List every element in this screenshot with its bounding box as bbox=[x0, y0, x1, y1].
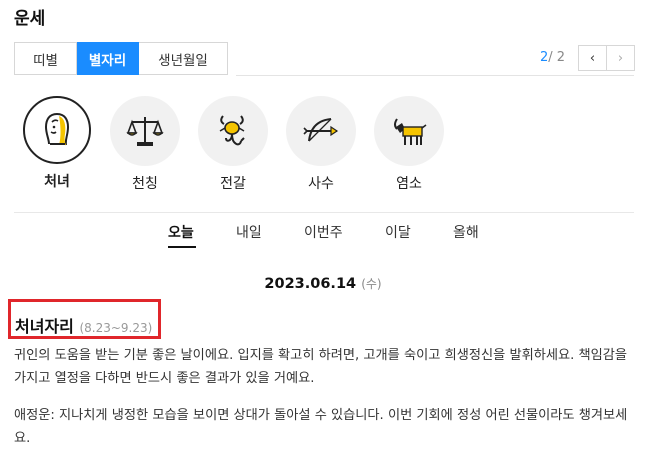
tab-birthdate[interactable]: 생년월일 bbox=[139, 42, 228, 75]
sign-label: 처녀 bbox=[44, 174, 70, 190]
sign-circle bbox=[198, 96, 268, 166]
sign-item-sagittarius[interactable]: 사수 bbox=[286, 96, 356, 193]
active-period-underline bbox=[168, 246, 196, 248]
sign-heading: 처녀자리 (8.23~9.23) bbox=[15, 313, 152, 337]
page-separator: / bbox=[548, 50, 557, 65]
sign-circle bbox=[286, 96, 356, 166]
period-tab-tomorrow[interactable]: 내일 bbox=[236, 222, 262, 242]
period-tab-today[interactable]: 오늘 bbox=[168, 222, 194, 242]
period-tab-this-year[interactable]: 올해 bbox=[453, 222, 479, 242]
day-of-week: (수) bbox=[361, 277, 382, 291]
love-fortune-text: 애정운: 지나치게 냉정한 모습을 보이면 상대가 돌아설 수 있습니다. 이번… bbox=[14, 408, 628, 446]
sign-circle bbox=[23, 96, 91, 164]
tabs-divider bbox=[236, 75, 634, 76]
period-tab-this-month[interactable]: 이달 bbox=[385, 222, 411, 242]
fortune-date: 2023.06.14 (수) bbox=[0, 275, 646, 292]
section-divider bbox=[14, 212, 634, 213]
date-value: 2023.06.14 bbox=[264, 276, 357, 292]
prev-page-button[interactable]: ‹ bbox=[578, 45, 607, 71]
period-tab-this-week[interactable]: 이번주 bbox=[304, 222, 343, 242]
sign-label: 염소 bbox=[396, 176, 422, 192]
sagittarius-icon bbox=[303, 118, 339, 142]
sign-label: 천칭 bbox=[132, 176, 158, 192]
virgo-icon bbox=[44, 113, 70, 146]
sign-label: 전갈 bbox=[220, 176, 246, 192]
sign-date-range: (8.23~9.23) bbox=[79, 321, 153, 335]
sign-name: 처녀자리 bbox=[15, 317, 74, 336]
tab-constellation[interactable]: 별자리 bbox=[77, 42, 139, 75]
page-title: 운세 bbox=[14, 9, 46, 29]
sign-circle bbox=[110, 96, 180, 166]
page-indicator: 2/ 2 bbox=[540, 50, 565, 65]
sign-item-libra[interactable]: 천칭 bbox=[110, 96, 180, 193]
sign-circle bbox=[374, 96, 444, 166]
tab-zodiac-animal[interactable]: 띠별 bbox=[14, 42, 77, 75]
chevron-right-icon: › bbox=[617, 50, 624, 66]
fortune-text: 귀인의 도움을 받는 기분 좋은 날이에요. 입지를 확고히 하려면, 고개를 … bbox=[14, 348, 628, 386]
category-tabs: 띠별 별자리 생년월일 bbox=[14, 42, 228, 75]
sign-item-virgo[interactable]: 처녀 bbox=[22, 96, 92, 191]
capricorn-icon bbox=[394, 118, 427, 145]
next-page-button[interactable]: › bbox=[606, 45, 635, 71]
sign-item-capricorn[interactable]: 염소 bbox=[374, 96, 444, 193]
libra-icon bbox=[126, 117, 164, 146]
sign-label: 사수 bbox=[308, 176, 334, 192]
page-total: 2 bbox=[556, 50, 566, 65]
chevron-left-icon: ‹ bbox=[589, 50, 596, 66]
scorpio-icon bbox=[219, 115, 245, 146]
sign-item-scorpio[interactable]: 전갈 bbox=[198, 96, 268, 193]
